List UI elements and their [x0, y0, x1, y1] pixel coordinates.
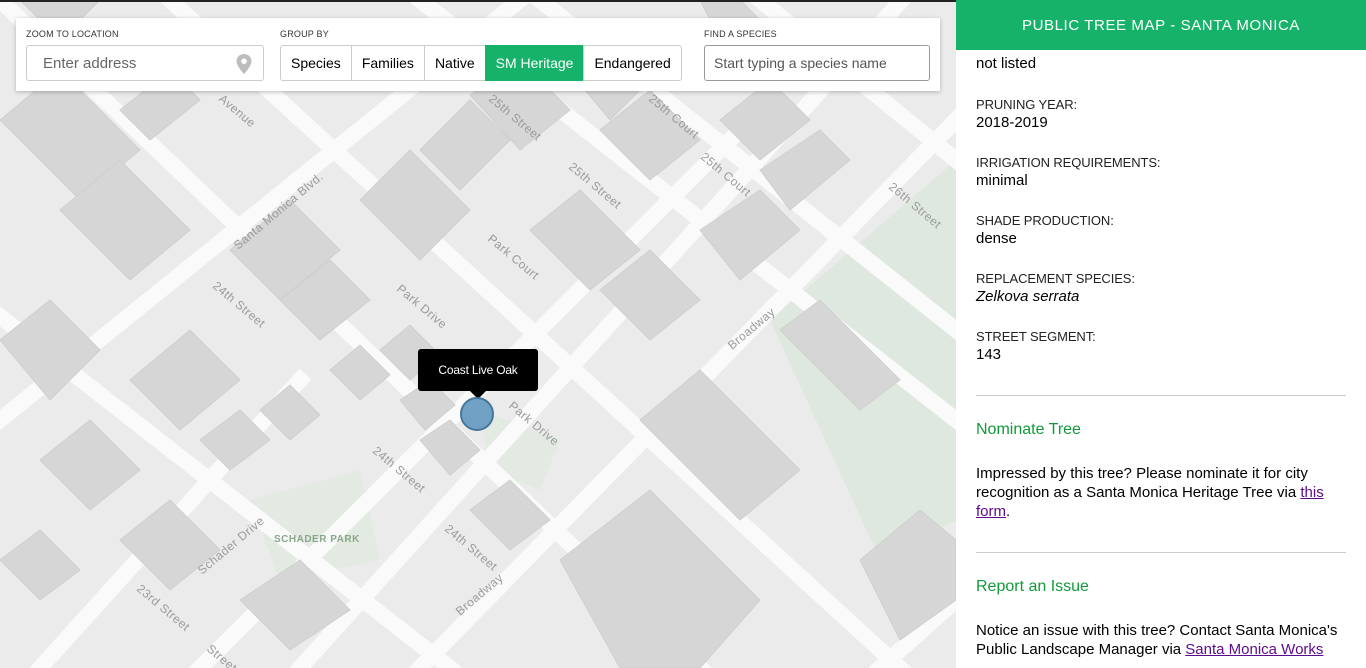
field-value: not listed [976, 55, 1037, 72]
report-title: Report an Issue [976, 578, 1089, 595]
field-label: SHADE PRODUCTION: [976, 213, 1114, 228]
group-endangered-button[interactable]: Endangered [583, 45, 682, 81]
group-families-button[interactable]: Families [350, 45, 425, 81]
group-by-buttons: Species Families Native SM Heritage Enda… [280, 45, 682, 81]
group-species-button[interactable]: Species [280, 45, 352, 81]
field-irrigation: IRRIGATION REQUIREMENTS: minimal [976, 155, 1161, 189]
report-text: Notice an issue with this tree? Contact … [976, 621, 1348, 659]
group-native-button[interactable]: Native [423, 45, 486, 81]
tooltip-text: Coast Live Oak [438, 363, 518, 377]
group-sm-heritage-button[interactable]: SM Heritage [484, 45, 585, 81]
field-replacement-species: REPLACEMENT SPECIES: Zelkova serrata [976, 271, 1135, 305]
map-canvas[interactable]: Avenue Santa Monica Blvd. 24th Street Pa… [0, 0, 956, 668]
field-value: Zelkova serrata [976, 288, 1080, 305]
field-label: IRRIGATION REQUIREMENTS: [976, 155, 1161, 170]
top-border [0, 0, 956, 2]
field-value: 143 [976, 346, 1002, 363]
nominate-title: Nominate Tree [976, 421, 1081, 438]
tree-tooltip: Coast Live Oak [418, 349, 538, 399]
field-label: REPLACEMENT SPECIES: [976, 271, 1135, 286]
map-base-layer: Avenue Santa Monica Blvd. 24th Street Pa… [0, 0, 956, 668]
santa-monica-works-link[interactable]: Santa Monica Works [1185, 641, 1323, 658]
app-title: PUBLIC TREE MAP - SANTA MONICA [1021, 16, 1301, 34]
nominate-period: . [1006, 503, 1011, 520]
find-species-label: FIND A SPECIES [704, 29, 777, 39]
map-controls: ZOOM TO LOCATION GROUP BY Species Famili… [16, 18, 940, 91]
park-label: SCHADER PARK [274, 534, 360, 545]
selected-tree-marker[interactable] [460, 397, 494, 431]
field-value: minimal [976, 172, 1028, 189]
field-shade-production: SHADE PRODUCTION: dense [976, 213, 1114, 247]
address-input[interactable] [26, 45, 264, 81]
species-search-input[interactable] [704, 45, 930, 81]
location-pin-icon[interactable] [235, 54, 253, 74]
field-label: STREET SEGMENT: [976, 329, 1096, 344]
tree-detail-sidebar[interactable]: PUBLIC TREE MAP - SANTA MONICA CALIFORNI… [956, 0, 1366, 668]
group-by-label: GROUP BY [280, 29, 329, 39]
field-label: PRUNING YEAR: [976, 97, 1078, 112]
zoom-label: ZOOM TO LOCATION [26, 29, 119, 39]
field-street-segment: STREET SEGMENT: 143 [976, 329, 1096, 363]
divider [976, 395, 1346, 396]
field-pruning-year: PRUNING YEAR: 2018-2019 [976, 97, 1077, 131]
field-value: 2018-2019 [976, 114, 1048, 131]
nominate-text: Impressed by this tree? Please nominate … [976, 464, 1348, 521]
sidebar-header: PUBLIC TREE MAP - SANTA MONICA [956, 0, 1366, 50]
field-value: dense [976, 230, 1017, 247]
nominate-body: Impressed by this tree? Please nominate … [976, 465, 1308, 501]
divider [976, 552, 1346, 553]
